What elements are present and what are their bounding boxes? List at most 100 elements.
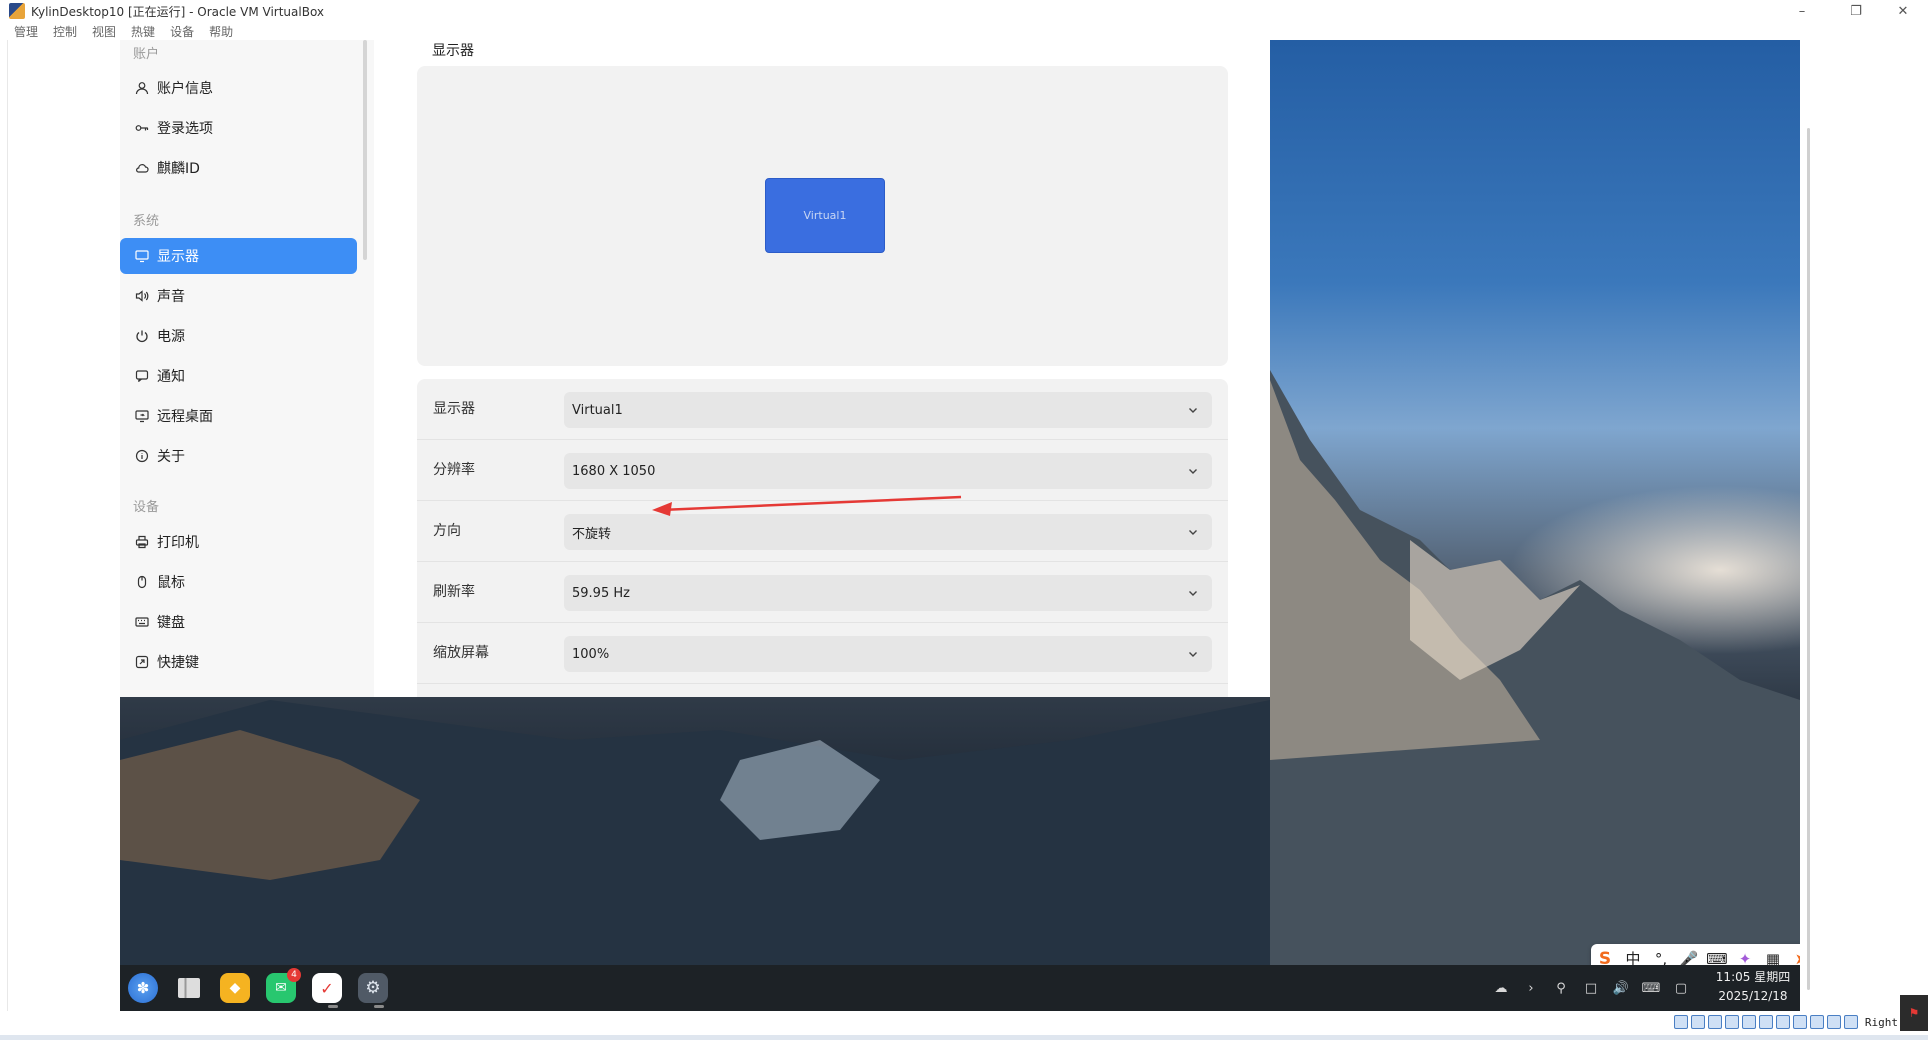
- sidebar-item-notification[interactable]: 通知: [120, 358, 357, 394]
- row-label: 缩放屏幕: [433, 645, 489, 661]
- bottom-strip: [0, 1035, 1928, 1040]
- chevron-down-icon: [1189, 530, 1197, 535]
- resolution-select[interactable]: 1680 X 1050: [564, 453, 1212, 489]
- keyboard-layout-icon[interactable]: ⌨: [1642, 979, 1661, 997]
- sidebar-scrollbar[interactable]: [363, 40, 367, 260]
- menu-devices[interactable]: 设备: [170, 23, 194, 40]
- minimize-button[interactable]: –: [1779, 0, 1825, 22]
- select-value: 59.95 Hz: [572, 585, 630, 601]
- printer-icon: [133, 533, 151, 551]
- running-indicator: [328, 1005, 338, 1008]
- sidebar-item-label: 登录选项: [157, 121, 213, 137]
- row-orientation: 方向 不旋转: [417, 501, 1228, 562]
- sidebar-item-label: 关于: [157, 449, 185, 465]
- sidebar-item-label: 鼠标: [157, 575, 185, 591]
- hard-disk-icon[interactable]: [1673, 1015, 1688, 1029]
- refresh-rate-select[interactable]: 59.95 Hz: [564, 575, 1212, 611]
- sidebar-item-label: 远程桌面: [157, 409, 213, 425]
- notification-icon: [133, 367, 151, 385]
- volume-icon[interactable]: 🔊: [1612, 979, 1630, 997]
- sidebar-item-display[interactable]: 显示器: [120, 238, 357, 274]
- clock-time: 11:05 星期四: [1715, 970, 1791, 984]
- sidebar-item-shortcut[interactable]: 快捷键: [120, 644, 357, 680]
- row-label: 刷新率: [433, 584, 475, 600]
- page-title: 显示器: [432, 43, 474, 59]
- sidebar-item-login-options[interactable]: 登录选项: [120, 110, 357, 146]
- settings-window: 账户 账户信息 登录选项 麒麟ID 系统 显示器 声音 电源 通知 远程桌面 关…: [120, 40, 1270, 697]
- search-icon[interactable]: ⚲: [1552, 979, 1570, 997]
- monitor-select[interactable]: Virtual1: [564, 392, 1212, 428]
- tray-expand-icon[interactable]: ›: [1522, 979, 1540, 997]
- display-icon[interactable]: [1775, 1015, 1790, 1029]
- sidebar-item-power[interactable]: 电源: [120, 318, 357, 354]
- sidebar-item-account-info[interactable]: 账户信息: [120, 70, 357, 106]
- notification-center-icon[interactable]: ▢: [1672, 979, 1690, 997]
- sidebar-item-label: 键盘: [157, 615, 185, 631]
- sidebar-item-label: 快捷键: [157, 655, 199, 671]
- sidebar-item-printer[interactable]: 打印机: [120, 524, 357, 560]
- sidebar-item-about[interactable]: 关于: [120, 438, 357, 474]
- row-refresh-rate: 刷新率 59.95 Hz: [417, 562, 1228, 623]
- sidebar-item-sound[interactable]: 声音: [120, 278, 357, 314]
- network-icon[interactable]: □: [1582, 979, 1600, 997]
- menu-control[interactable]: 控制: [53, 23, 77, 40]
- cloud-sync-icon[interactable]: ☁: [1492, 979, 1510, 997]
- taskbar-clock[interactable]: 11:05 星期四 2025/12/18: [1708, 968, 1798, 1006]
- optical-drive-icon[interactable]: [1690, 1015, 1705, 1029]
- info-icon: [133, 447, 151, 465]
- monitor-block-virtual1[interactable]: Virtual1: [765, 178, 885, 253]
- cpu-icon[interactable]: [1826, 1015, 1841, 1029]
- key-icon: [133, 119, 151, 137]
- orientation-select[interactable]: 不旋转: [564, 514, 1212, 550]
- power-icon: [133, 327, 151, 345]
- menu-help[interactable]: 帮助: [209, 23, 233, 40]
- unread-badge: 4: [287, 968, 301, 982]
- sidebar-item-label: 账户信息: [157, 81, 213, 97]
- sidebar-item-keyboard[interactable]: 键盘: [120, 604, 357, 640]
- host-menubar: 管理 控制 视图 热键 设备 帮助: [0, 22, 1928, 40]
- scale-select[interactable]: 100%: [564, 636, 1212, 672]
- display-settings-list: 显示器 Virtual1 分辨率 1680 X 1050 方向 不旋转 刷新率 …: [417, 379, 1228, 697]
- settings-app-icon[interactable]: ⚙: [358, 973, 388, 1003]
- menu-hotkey[interactable]: 热键: [131, 23, 155, 40]
- network-adapter-icon[interactable]: [1724, 1015, 1739, 1029]
- close-button[interactable]: ✕: [1880, 0, 1926, 22]
- host-titlebar: KylinDesktop10 [正在运行] - Oracle VM Virtua…: [0, 0, 1928, 22]
- host-scrollbar[interactable]: [1807, 128, 1810, 990]
- restore-button[interactable]: ❐: [1833, 0, 1879, 22]
- remote-desktop-icon: [133, 407, 151, 425]
- host-left-edge: [0, 40, 8, 1032]
- mouse-integration-icon[interactable]: [1843, 1015, 1858, 1029]
- row-label: 显示器: [433, 401, 475, 417]
- virtualization-icon[interactable]: [1809, 1015, 1824, 1029]
- shared-folder-icon[interactable]: [1758, 1015, 1773, 1029]
- audio-icon[interactable]: [1707, 1015, 1722, 1029]
- row-scale: 缩放屏幕 100%: [417, 623, 1228, 684]
- messenger-icon[interactable]: ✉ 4: [266, 968, 301, 1003]
- recording-icon[interactable]: [1792, 1015, 1807, 1029]
- document-app-icon[interactable]: ✓: [312, 973, 342, 1003]
- menu-manage[interactable]: 管理: [14, 23, 38, 40]
- sidebar-item-label: 打印机: [157, 535, 199, 551]
- host-right-gutter: [1800, 40, 1928, 1032]
- sidebar-item-kylin-id[interactable]: 麒麟ID: [120, 150, 357, 186]
- settings-sidebar: 账户 账户信息 登录选项 麒麟ID 系统 显示器 声音 电源 通知 远程桌面 关…: [120, 40, 367, 697]
- host-key-label: Right: [1864, 1015, 1898, 1029]
- group-system-label: 系统: [133, 214, 160, 229]
- running-indicator: [374, 1005, 384, 1008]
- group-account-label: 账户: [133, 47, 160, 62]
- file-manager-icon[interactable]: [174, 973, 204, 1003]
- chevron-down-icon: [1189, 591, 1197, 596]
- sidebar-item-mouse[interactable]: 鼠标: [120, 564, 357, 600]
- usb-icon[interactable]: [1741, 1015, 1756, 1029]
- keyboard-icon: [133, 613, 151, 631]
- mouse-icon: [133, 573, 151, 591]
- menu-view[interactable]: 视图: [92, 23, 116, 40]
- app-store-icon[interactable]: ◆: [220, 973, 250, 1003]
- sidebar-item-label: 电源: [157, 329, 185, 345]
- vm-display[interactable]: 账户 账户信息 登录选项 麒麟ID 系统 显示器 声音 电源 通知 远程桌面 关…: [120, 40, 1800, 1011]
- user-icon: [133, 79, 151, 97]
- sidebar-item-remote-desktop[interactable]: 远程桌面: [120, 398, 357, 434]
- clock-date: 2025/12/18: [1718, 989, 1788, 1003]
- start-menu-icon[interactable]: ✽: [128, 973, 158, 1003]
